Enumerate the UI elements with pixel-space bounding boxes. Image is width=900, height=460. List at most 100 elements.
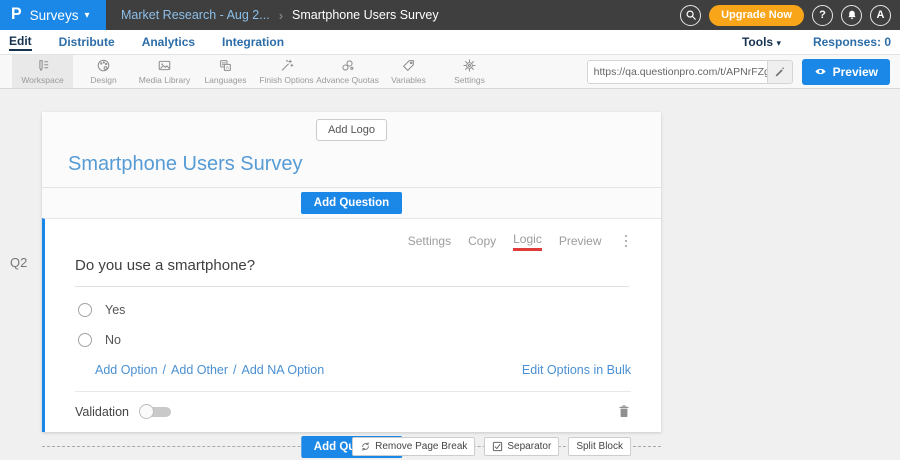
question-text[interactable]: Do you use a smartphone?	[75, 257, 631, 274]
notifications-button[interactable]	[841, 5, 862, 26]
add-question-row: Add Question	[42, 188, 661, 218]
question-mark-icon: ?	[819, 9, 826, 21]
toolbar-item-label: Variables	[391, 75, 426, 85]
toolbar-item-label: Advance Quotas	[316, 75, 379, 85]
toolbar-item-languages[interactable]: A Languages	[195, 55, 256, 88]
media-library-icon	[157, 58, 172, 73]
toolbar-right: https://qa.questionpro.com/t/APNrFZgQ Pr…	[587, 55, 900, 88]
survey-url-box: https://qa.questionpro.com/t/APNrFZgQ	[587, 60, 793, 84]
split-block-label: Split Block	[576, 441, 623, 452]
add-option-link[interactable]: Add Option	[95, 363, 158, 377]
breadcrumb-folder[interactable]: Market Research - Aug 2...	[121, 8, 270, 22]
remove-page-break-button[interactable]: Remove Page Break	[352, 437, 475, 456]
tab-edit[interactable]: Edit	[9, 34, 32, 51]
link-separator: /	[233, 363, 236, 377]
product-menu[interactable]: P Surveys ▾	[0, 0, 106, 30]
tab-analytics[interactable]: Analytics	[142, 35, 195, 50]
refresh-arrows-icon	[360, 441, 371, 452]
questionpro-logo: P	[11, 6, 22, 25]
product-menu-label: Surveys	[30, 8, 79, 23]
toolbar-item-label: Media Library	[139, 75, 191, 85]
survey-url-value[interactable]: https://qa.questionpro.com/t/APNrFZgQ	[588, 66, 767, 78]
main-nav: Edit Distribute Analytics Integration To…	[0, 30, 900, 55]
answer-option-row: No	[75, 333, 631, 347]
breadcrumb: Market Research - Aug 2... › Smartphone …	[121, 8, 439, 23]
eye-icon	[814, 66, 827, 77]
search-button[interactable]	[680, 5, 701, 26]
option-label-yes[interactable]: Yes	[105, 303, 125, 317]
tab-distribute[interactable]: Distribute	[59, 35, 115, 50]
help-button[interactable]: ?	[812, 5, 833, 26]
breadcrumb-separator: ›	[279, 8, 283, 23]
upgrade-now-button[interactable]: Upgrade Now	[709, 5, 804, 26]
avatar-initial: A	[877, 9, 885, 21]
questionpro-app: P Surveys ▾ Market Research - Aug 2... ›…	[0, 0, 900, 460]
tab-integration[interactable]: Integration	[222, 35, 284, 50]
breadcrumb-current: Smartphone Users Survey	[292, 8, 439, 22]
languages-icon: A	[218, 58, 233, 73]
quota-links-icon	[340, 58, 355, 73]
survey-editor-canvas: Add Logo Smartphone Users Survey Add Que…	[0, 89, 900, 460]
question-code: Q2	[10, 255, 27, 270]
account-avatar[interactable]: A	[870, 5, 891, 26]
nav-right: Tools ▾ Responses: 0	[742, 35, 891, 49]
question-block: Q2 Settings Copy Logic Preview Do you us…	[42, 218, 661, 432]
radio-button[interactable]	[78, 333, 92, 347]
toolbar-item-label: Workspace	[21, 75, 63, 85]
separator-label: Separator	[507, 441, 551, 452]
tools-menu[interactable]: Tools ▾	[742, 35, 781, 49]
add-other-link[interactable]: Add Other	[171, 363, 228, 377]
toolbar-item-label: Settings	[454, 75, 485, 85]
question-settings-button[interactable]: Settings	[408, 234, 451, 248]
toolbar-item-settings[interactable]: Settings	[439, 55, 500, 88]
trash-icon	[617, 404, 631, 419]
add-na-option-link[interactable]: Add NA Option	[242, 363, 325, 377]
toolbar-item-label: Languages	[204, 75, 246, 85]
question-copy-button[interactable]: Copy	[468, 234, 496, 248]
preview-label: Preview	[833, 65, 878, 79]
page-break-row: Add Question Remove Page Break Separator	[42, 436, 661, 458]
toolbar-item-label: Design	[90, 75, 116, 85]
split-block-button[interactable]: Split Block	[568, 437, 631, 456]
workspace-icon	[35, 58, 50, 73]
toolbar-item-design[interactable]: Design	[73, 55, 134, 88]
validation-row: Validation	[75, 392, 631, 432]
top-bar: P Surveys ▾ Market Research - Aug 2... ›…	[0, 0, 900, 30]
delete-question-button[interactable]	[617, 404, 631, 419]
add-logo-button[interactable]: Add Logo	[316, 119, 387, 141]
validation-toggle[interactable]	[139, 404, 172, 419]
option-label-no[interactable]: No	[105, 333, 121, 347]
toolbar-item-advance-quotas[interactable]: Advance Quotas	[317, 55, 378, 88]
answer-option-row: Yes	[75, 303, 631, 317]
page-break-controls: Remove Page Break Separator Split Block	[352, 437, 631, 456]
edit-options-in-bulk-link[interactable]: Edit Options in Bulk	[522, 363, 631, 377]
magic-wand-icon	[279, 58, 294, 73]
survey-title[interactable]: Smartphone Users Survey	[42, 141, 661, 187]
link-separator: /	[163, 363, 166, 377]
toolbar-item-variables[interactable]: Variables	[378, 55, 439, 88]
remove-page-break-label: Remove Page Break	[375, 441, 467, 452]
add-question-button-top[interactable]: Add Question	[301, 192, 402, 214]
responses-count[interactable]: Responses: 0	[813, 35, 891, 49]
chevron-down-icon: ▾	[776, 38, 781, 48]
checkbox-checked-icon	[492, 441, 503, 452]
question-logic-button[interactable]: Logic	[513, 232, 542, 251]
chevron-down-icon: ▾	[84, 10, 89, 21]
kebab-menu-icon[interactable]	[621, 233, 632, 250]
toolbar-item-media-library[interactable]: Media Library	[134, 55, 195, 88]
question-preview-button[interactable]: Preview	[559, 234, 602, 248]
design-palette-icon	[96, 58, 111, 73]
tag-icon	[401, 58, 416, 73]
edit-url-button[interactable]	[767, 61, 792, 83]
toolbar-item-label: Finish Options	[259, 75, 313, 85]
preview-button[interactable]: Preview	[802, 59, 890, 85]
validation-label: Validation	[75, 405, 129, 419]
toolbar-item-finish-options[interactable]: Finish Options	[256, 55, 317, 88]
toolbar-item-workspace[interactable]: Workspace	[12, 55, 73, 88]
separator-button[interactable]: Separator	[484, 437, 559, 456]
pencil-icon	[774, 66, 785, 77]
search-icon	[685, 9, 697, 21]
bell-icon	[846, 9, 858, 21]
top-bar-actions: Upgrade Now ? A	[680, 5, 900, 26]
radio-button[interactable]	[78, 303, 92, 317]
